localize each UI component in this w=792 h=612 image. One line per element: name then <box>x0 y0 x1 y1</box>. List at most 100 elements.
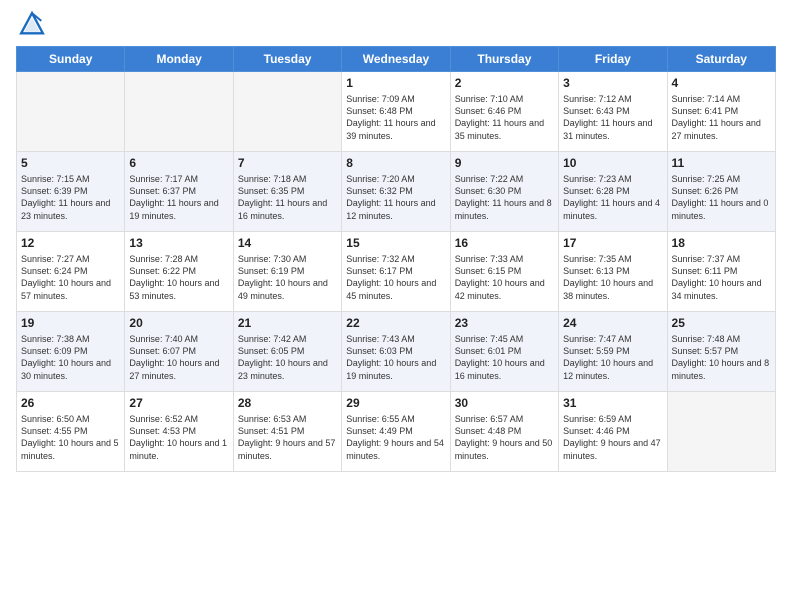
calendar-day-cell: 6Sunrise: 7:17 AMSunset: 6:37 PMDaylight… <box>125 152 233 232</box>
calendar-day-cell: 26Sunrise: 6:50 AMSunset: 4:55 PMDayligh… <box>17 392 125 472</box>
col-monday: Monday <box>125 47 233 72</box>
day-info: Sunrise: 6:52 AMSunset: 4:53 PMDaylight:… <box>129 413 228 462</box>
day-info: Sunrise: 7:25 AMSunset: 6:26 PMDaylight:… <box>672 173 771 222</box>
day-info: Sunrise: 7:28 AMSunset: 6:22 PMDaylight:… <box>129 253 228 302</box>
day-info: Sunrise: 7:10 AMSunset: 6:46 PMDaylight:… <box>455 93 554 142</box>
day-number: 31 <box>563 395 662 411</box>
calendar-day-cell: 23 Sunrise: 7:45 AMSunset: 6:01 PMDayligh… <box>450 312 558 392</box>
day-number: 3 <box>563 75 662 91</box>
day-info: Sunrise: 7:42 AMSunset: 6:05 PMDaylight:… <box>238 333 337 382</box>
calendar-day-cell: 28 Sunrise: 6:53 AMSunset: 4:51 PMDayligh… <box>233 392 341 472</box>
calendar-day-cell: 4 Sunrise: 7:14 AMSunset: 6:41 PMDaylight… <box>667 72 775 152</box>
calendar-day-cell: 21 Sunrise: 7:42 AMSunset: 6:05 PMDayligh… <box>233 312 341 392</box>
calendar-day-cell: 7 Sunrise: 7:18 AMSunset: 6:35 PMDaylight… <box>233 152 341 232</box>
day-number: 10 <box>563 155 662 171</box>
day-number: 2 <box>455 75 554 91</box>
day-info: Sunrise: 7:38 AMSunset: 6:09 PMDaylight:… <box>21 333 120 382</box>
day-info: Sunrise: 7:35 AMSunset: 6:13 PMDaylight:… <box>563 253 662 302</box>
day-number: 11 <box>672 155 771 171</box>
col-tuesday: Tuesday <box>233 47 341 72</box>
day-info: Sunrise: 7:14 AMSunset: 6:41 PMDaylight:… <box>672 93 771 142</box>
calendar-day-cell: 12 Sunrise: 7:27 AMSunset: 6:24 PMDayligh… <box>17 232 125 312</box>
calendar-day-cell: 3Sunrise: 7:12 AMSunset: 6:43 PMDaylight… <box>559 72 667 152</box>
day-number: 18 <box>672 235 771 251</box>
calendar-week-row: 12 Sunrise: 7:27 AMSunset: 6:24 PMDayligh… <box>17 232 776 312</box>
day-info: Sunrise: 7:22 AMSunset: 6:30 PMDaylight:… <box>455 173 554 222</box>
calendar-week-row: 5 Sunrise: 7:15 AMSunset: 6:39 PMDaylight… <box>17 152 776 232</box>
calendar-day-cell: 22 Sunrise: 7:43 AMSunset: 6:03 PMDayligh… <box>342 312 450 392</box>
calendar-day-cell: 17Sunrise: 7:35 AMSunset: 6:13 PMDayligh… <box>559 232 667 312</box>
calendar-day-cell: 16 Sunrise: 7:33 AMSunset: 6:15 PMDayligh… <box>450 232 558 312</box>
day-number: 21 <box>238 315 337 331</box>
col-saturday: Saturday <box>667 47 775 72</box>
calendar-day-cell: 25 Sunrise: 7:48 AMSunset: 5:57 PMDayligh… <box>667 312 775 392</box>
day-number: 28 <box>238 395 337 411</box>
day-number: 14 <box>238 235 337 251</box>
day-info: Sunrise: 7:20 AMSunset: 6:32 PMDaylight:… <box>346 173 445 222</box>
calendar-day-cell: 31Sunrise: 6:59 AMSunset: 4:46 PMDayligh… <box>559 392 667 472</box>
calendar-day-cell: 5 Sunrise: 7:15 AMSunset: 6:39 PMDaylight… <box>17 152 125 232</box>
page: Sunday Monday Tuesday Wednesday Thursday… <box>0 0 792 612</box>
day-info: Sunrise: 7:33 AMSunset: 6:15 PMDaylight:… <box>455 253 554 302</box>
day-number: 15 <box>346 235 445 251</box>
logo <box>16 10 48 38</box>
calendar-day-cell: 27 Sunrise: 6:52 AMSunset: 4:53 PMDayligh… <box>125 392 233 472</box>
calendar-day-cell <box>17 72 125 152</box>
day-info: Sunrise: 7:09 AMSunset: 6:48 PMDaylight:… <box>346 93 445 142</box>
calendar-day-cell: 19 Sunrise: 7:38 AMSunset: 6:09 PMDayligh… <box>17 312 125 392</box>
calendar-week-row: 19 Sunrise: 7:38 AMSunset: 6:09 PMDayligh… <box>17 312 776 392</box>
calendar-day-cell: 29Sunrise: 6:55 AMSunset: 4:49 PMDayligh… <box>342 392 450 472</box>
day-number: 19 <box>21 315 120 331</box>
day-info: Sunrise: 7:45 AMSunset: 6:01 PMDaylight:… <box>455 333 554 382</box>
col-wednesday: Wednesday <box>342 47 450 72</box>
day-number: 29 <box>346 395 445 411</box>
calendar-day-cell: 13Sunrise: 7:28 AMSunset: 6:22 PMDayligh… <box>125 232 233 312</box>
day-number: 12 <box>21 235 120 251</box>
day-info: Sunrise: 7:30 AMSunset: 6:19 PMDaylight:… <box>238 253 337 302</box>
day-number: 7 <box>238 155 337 171</box>
header <box>16 10 776 38</box>
col-thursday: Thursday <box>450 47 558 72</box>
day-number: 25 <box>672 315 771 331</box>
day-info: Sunrise: 7:40 AMSunset: 6:07 PMDaylight:… <box>129 333 228 382</box>
day-info: Sunrise: 7:23 AMSunset: 6:28 PMDaylight:… <box>563 173 662 222</box>
day-number: 4 <box>672 75 771 91</box>
day-number: 8 <box>346 155 445 171</box>
day-info: Sunrise: 7:15 AMSunset: 6:39 PMDaylight:… <box>21 173 120 222</box>
day-info: Sunrise: 7:43 AMSunset: 6:03 PMDaylight:… <box>346 333 445 382</box>
calendar-day-cell <box>233 72 341 152</box>
calendar-day-cell: 15Sunrise: 7:32 AMSunset: 6:17 PMDayligh… <box>342 232 450 312</box>
calendar-day-cell: 24 Sunrise: 7:47 AMSunset: 5:59 PMDayligh… <box>559 312 667 392</box>
logo-icon <box>18 10 46 38</box>
day-info: Sunrise: 6:53 AMSunset: 4:51 PMDaylight:… <box>238 413 337 462</box>
day-info: Sunrise: 7:47 AMSunset: 5:59 PMDaylight:… <box>563 333 662 382</box>
day-info: Sunrise: 7:37 AMSunset: 6:11 PMDaylight:… <box>672 253 771 302</box>
calendar-week-row: 26Sunrise: 6:50 AMSunset: 4:55 PMDayligh… <box>17 392 776 472</box>
calendar-header-row: Sunday Monday Tuesday Wednesday Thursday… <box>17 47 776 72</box>
calendar-day-cell: 11 Sunrise: 7:25 AMSunset: 6:26 PMDayligh… <box>667 152 775 232</box>
day-info: Sunrise: 7:48 AMSunset: 5:57 PMDaylight:… <box>672 333 771 382</box>
day-number: 5 <box>21 155 120 171</box>
day-number: 16 <box>455 235 554 251</box>
calendar-day-cell: 10 Sunrise: 7:23 AMSunset: 6:28 PMDayligh… <box>559 152 667 232</box>
day-info: Sunrise: 7:18 AMSunset: 6:35 PMDaylight:… <box>238 173 337 222</box>
calendar-day-cell: 18 Sunrise: 7:37 AMSunset: 6:11 PMDayligh… <box>667 232 775 312</box>
calendar-day-cell <box>667 392 775 472</box>
calendar-table: Sunday Monday Tuesday Wednesday Thursday… <box>16 46 776 472</box>
calendar-day-cell: 2 Sunrise: 7:10 AMSunset: 6:46 PMDaylight… <box>450 72 558 152</box>
calendar-day-cell: 8 Sunrise: 7:20 AMSunset: 6:32 PMDaylight… <box>342 152 450 232</box>
calendar-day-cell: 14 Sunrise: 7:30 AMSunset: 6:19 PMDayligh… <box>233 232 341 312</box>
calendar-day-cell: 9Sunrise: 7:22 AMSunset: 6:30 PMDaylight… <box>450 152 558 232</box>
col-friday: Friday <box>559 47 667 72</box>
day-number: 23 <box>455 315 554 331</box>
day-number: 30 <box>455 395 554 411</box>
calendar-day-cell: 1Sunrise: 7:09 AMSunset: 6:48 PMDaylight… <box>342 72 450 152</box>
day-info: Sunrise: 7:27 AMSunset: 6:24 PMDaylight:… <box>21 253 120 302</box>
calendar-week-row: 1Sunrise: 7:09 AMSunset: 6:48 PMDaylight… <box>17 72 776 152</box>
calendar-day-cell: 20Sunrise: 7:40 AMSunset: 6:07 PMDayligh… <box>125 312 233 392</box>
day-number: 26 <box>21 395 120 411</box>
day-number: 27 <box>129 395 228 411</box>
day-number: 24 <box>563 315 662 331</box>
day-number: 22 <box>346 315 445 331</box>
day-info: Sunrise: 7:17 AMSunset: 6:37 PMDaylight:… <box>129 173 228 222</box>
